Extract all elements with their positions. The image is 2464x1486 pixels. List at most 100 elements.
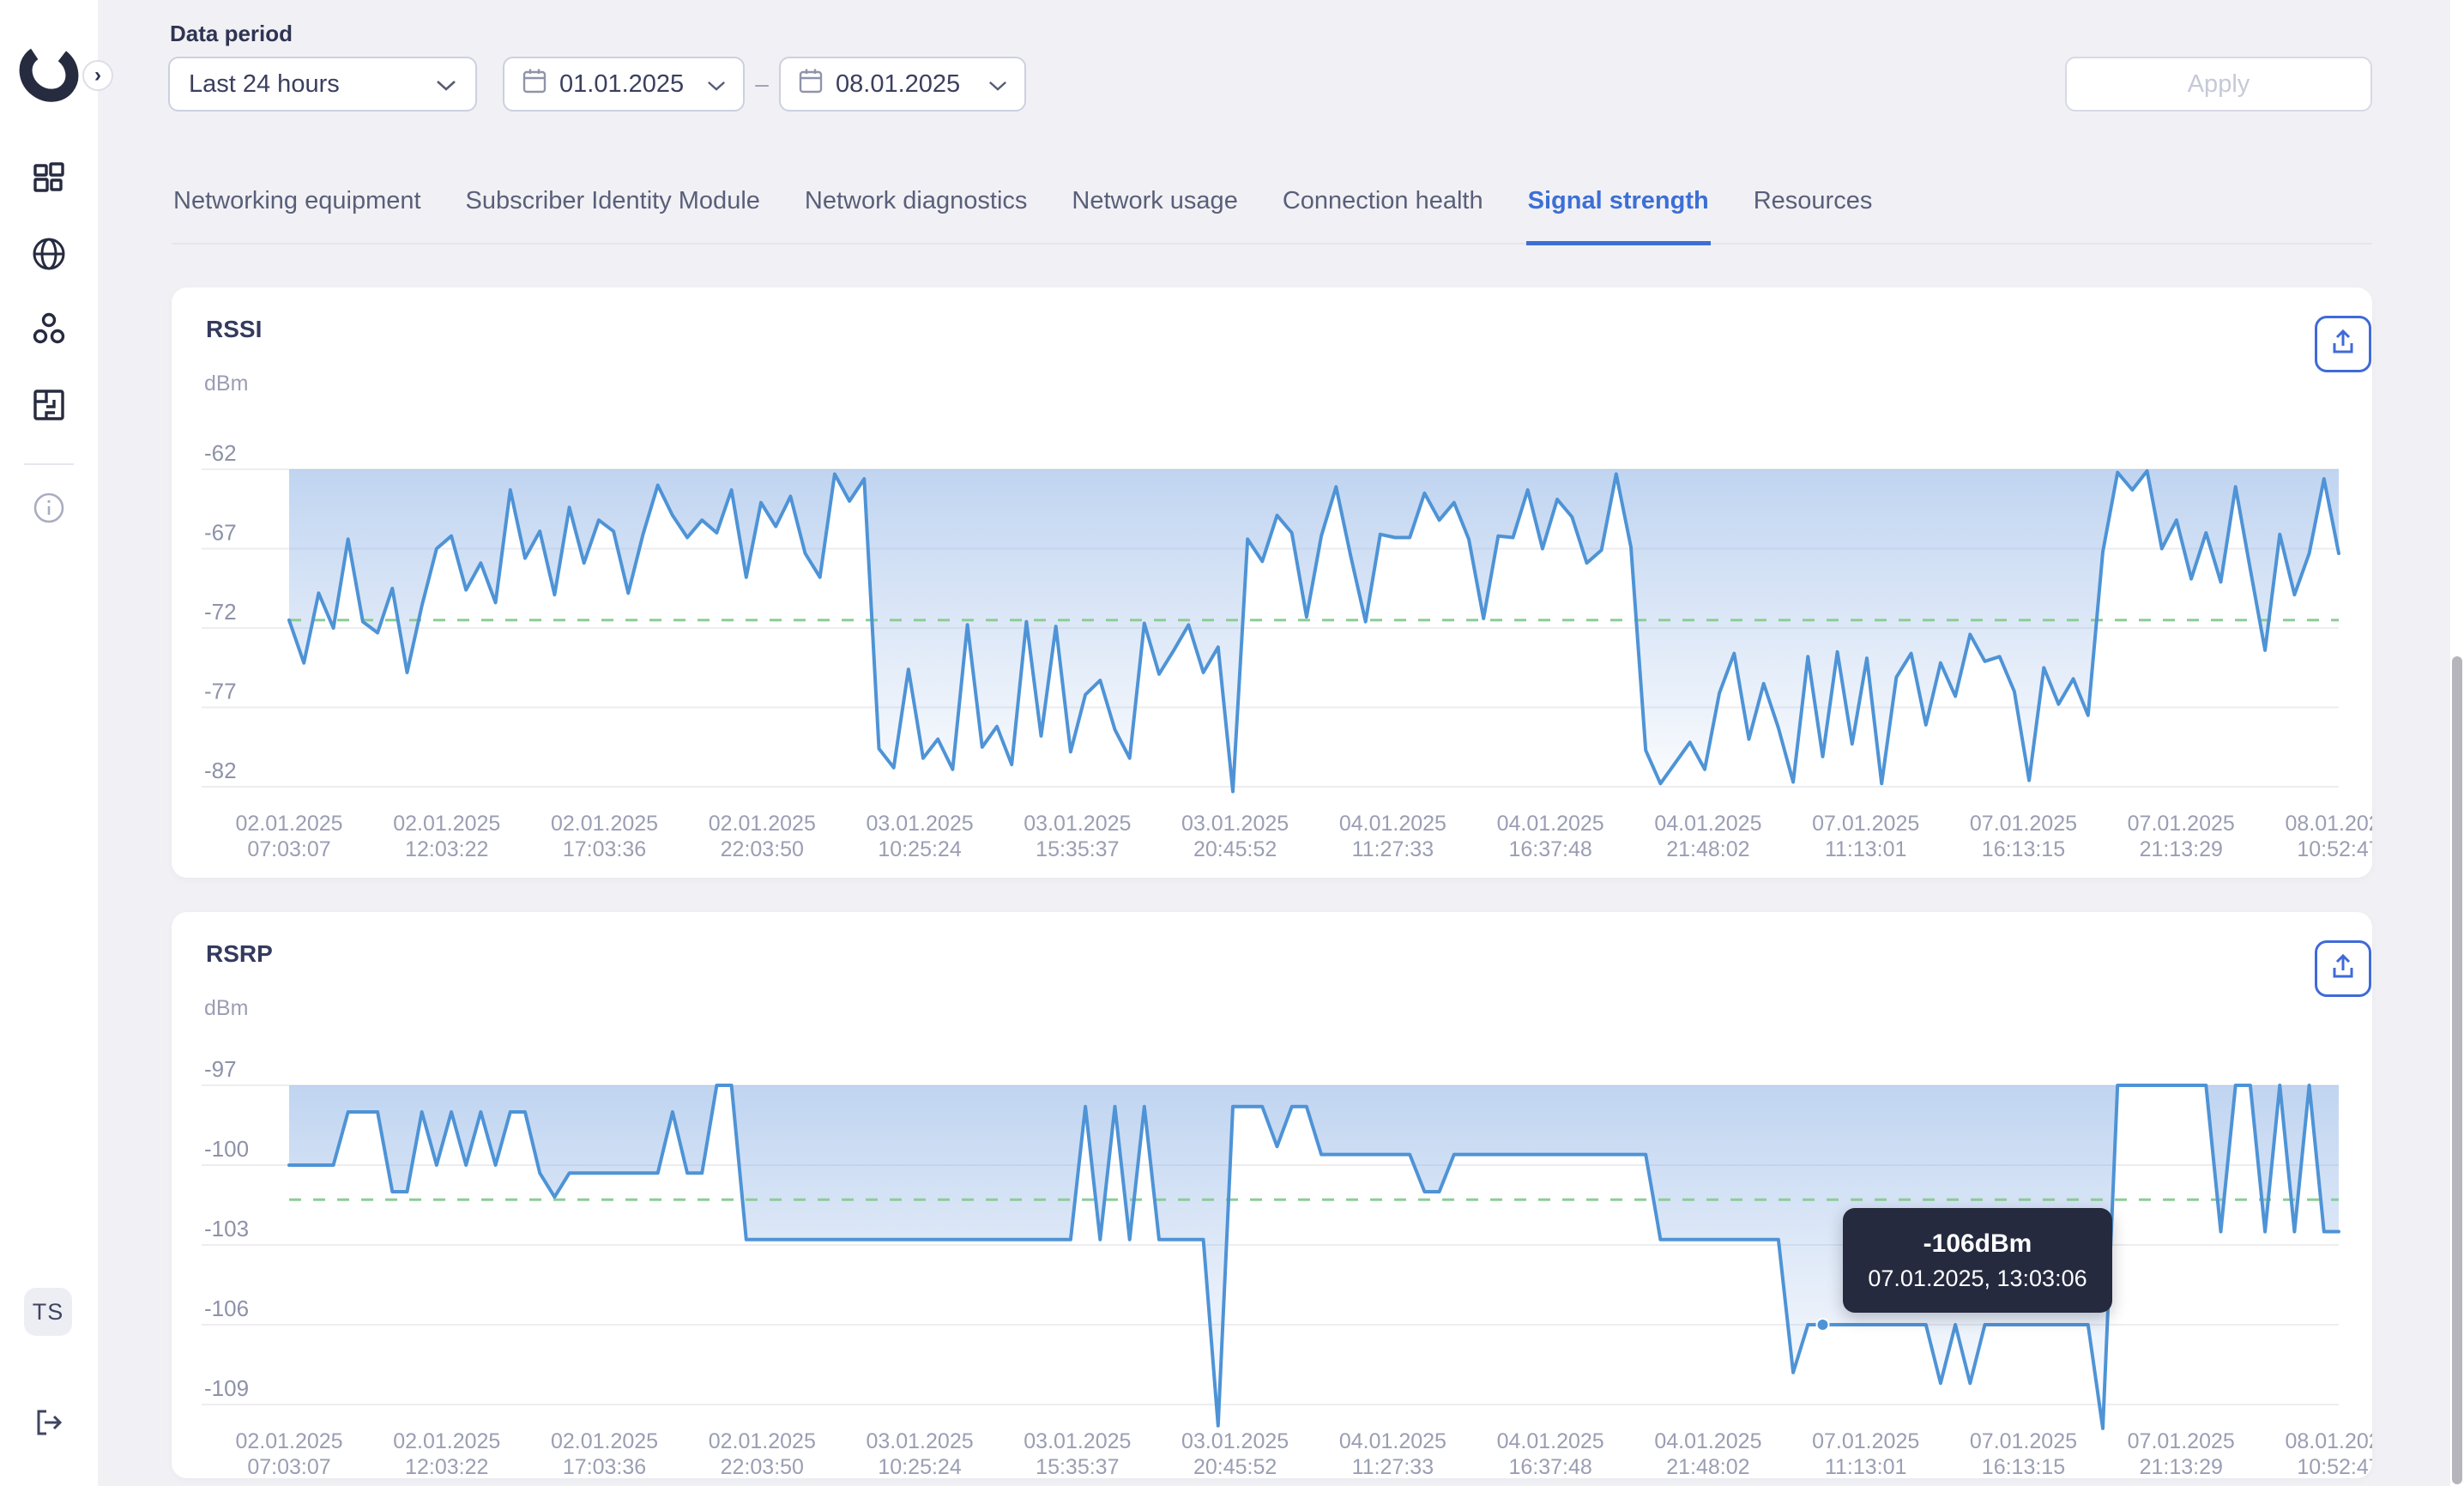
- x-tick-label: 04.01.2025: [1497, 1429, 1604, 1453]
- x-tick-label: 02.01.2025: [709, 812, 816, 836]
- tab-signal-strength[interactable]: Signal strength: [1526, 172, 1711, 245]
- chevron-down-icon: [436, 70, 456, 99]
- tab-network-usage[interactable]: Network usage: [1070, 172, 1239, 243]
- x-tick-label: 04.01.2025: [1497, 812, 1604, 836]
- active-point: [1817, 1319, 1829, 1331]
- date-from-picker[interactable]: 01.01.2025: [503, 57, 745, 112]
- x-tick-label: 11:27:33: [1352, 837, 1434, 861]
- globe-icon: [31, 236, 67, 276]
- scrollbar-track: [2450, 0, 2464, 1486]
- app-logo: [19, 41, 79, 109]
- y-tick-label: -109: [204, 1375, 249, 1401]
- sidebar-divider: [24, 463, 74, 465]
- tab-subscriber-identity-module[interactable]: Subscriber Identity Module: [464, 172, 762, 243]
- rsrp-card: -97-100-103-106-10902.01.202507:03:0702.…: [172, 912, 2372, 1478]
- x-tick-label: 03.01.2025: [867, 812, 974, 836]
- data-period-select-value: Last 24 hours: [189, 70, 340, 99]
- sidebar-item-modules[interactable]: [25, 383, 73, 431]
- rssi-chart-title: RSSI: [206, 316, 262, 343]
- rssi-card: -62-67-72-77-8202.01.202507:03:0702.01.2…: [172, 287, 2372, 878]
- x-tick-label: 10:25:24: [878, 837, 961, 861]
- date-from-value: 01.01.2025: [559, 70, 684, 99]
- apply-button[interactable]: Apply: [2065, 57, 2372, 112]
- x-tick-label: 02.01.2025: [235, 1429, 342, 1453]
- x-tick-label: 03.01.2025: [1024, 812, 1131, 836]
- y-tick-label: -62: [204, 440, 237, 466]
- tabs: Networking equipment Subscriber Identity …: [172, 172, 2372, 245]
- tab-networking-equipment[interactable]: Networking equipment: [172, 172, 423, 243]
- x-tick-label: 07:03:07: [247, 837, 330, 861]
- x-tick-label: 21:48:02: [1666, 837, 1749, 861]
- info-icon: [32, 491, 66, 529]
- x-tick-label: 04.01.2025: [1339, 812, 1446, 836]
- x-tick-label: 21:48:02: [1666, 1455, 1749, 1478]
- tab-network-diagnostics[interactable]: Network diagnostics: [803, 172, 1030, 243]
- x-tick-label: 16:37:48: [1508, 1455, 1591, 1478]
- x-tick-label: 03.01.2025: [1181, 1429, 1289, 1453]
- rssi-y-axis-unit: dBm: [204, 372, 248, 396]
- x-tick-label: 11:13:01: [1825, 837, 1906, 861]
- date-range-separator: –: [745, 57, 779, 112]
- x-tick-label: 16:13:15: [1982, 837, 2065, 861]
- x-tick-label: 17:03:36: [563, 837, 646, 861]
- avatar-initials: TS: [33, 1299, 64, 1326]
- x-tick-label: 22:03:50: [721, 837, 804, 861]
- sidebar-item-groups[interactable]: [25, 307, 73, 355]
- data-period-label: Data period: [170, 21, 293, 47]
- y-tick-label: -100: [204, 1136, 249, 1162]
- x-tick-label: 02.01.2025: [393, 812, 500, 836]
- x-tick-label: 07.01.2025: [1812, 812, 1919, 836]
- x-tick-label: 07.01.2025: [2128, 812, 2235, 836]
- x-tick-label: 12:03:22: [405, 1455, 488, 1478]
- sidebar-item-dashboard[interactable]: [25, 156, 73, 204]
- x-tick-label: 07.01.2025: [1970, 812, 2077, 836]
- scrollbar-thumb[interactable]: [2452, 656, 2462, 1484]
- data-period-select[interactable]: Last 24 hours: [168, 57, 477, 112]
- x-tick-label: 22:03:50: [721, 1455, 804, 1478]
- x-tick-label: 10:52:47: [2297, 1455, 2372, 1478]
- export-icon: [2328, 952, 2358, 986]
- x-tick-label: 20:45:52: [1193, 1455, 1277, 1478]
- tab-resources[interactable]: Resources: [1752, 172, 1875, 243]
- x-tick-label: 04.01.2025: [1339, 1429, 1446, 1453]
- x-tick-label: 21:13:29: [2140, 1455, 2223, 1478]
- sidebar-item-network[interactable]: [25, 232, 73, 280]
- x-tick-label: 16:37:48: [1508, 837, 1591, 861]
- logout-icon: [33, 1406, 66, 1443]
- y-tick-label: -72: [204, 599, 237, 625]
- x-tick-label: 04.01.2025: [1654, 1429, 1761, 1453]
- x-tick-label: 15:35:37: [1036, 837, 1119, 861]
- x-tick-label: 03.01.2025: [1181, 812, 1289, 836]
- sidebar-item-info[interactable]: [25, 486, 73, 534]
- logout-button[interactable]: [33, 1407, 67, 1441]
- x-tick-label: 11:13:01: [1825, 1455, 1906, 1478]
- y-tick-label: -106: [204, 1296, 249, 1321]
- calendar-icon: [798, 67, 824, 101]
- x-tick-label: 08.01.2025: [2285, 1429, 2372, 1453]
- date-to-picker[interactable]: 08.01.2025: [779, 57, 1026, 112]
- chevron-right-icon: ›: [94, 63, 101, 88]
- x-tick-label: 07.01.2025: [2128, 1429, 2235, 1453]
- chevron-down-icon: [988, 70, 1007, 99]
- x-tick-label: 03.01.2025: [1024, 1429, 1131, 1453]
- x-tick-label: 12:03:22: [405, 837, 488, 861]
- rssi-export-button[interactable]: [2315, 316, 2371, 372]
- x-tick-label: 02.01.2025: [551, 1429, 658, 1453]
- tab-connection-health[interactable]: Connection health: [1281, 172, 1485, 243]
- rssi-chart[interactable]: -62-67-72-77-8202.01.202507:03:0702.01.2…: [172, 287, 2372, 882]
- x-tick-label: 10:52:47: [2297, 837, 2372, 861]
- x-tick-label: 03.01.2025: [867, 1429, 974, 1453]
- x-tick-label: 11:27:33: [1352, 1455, 1434, 1478]
- rsrp-export-button[interactable]: [2315, 940, 2371, 997]
- sidebar-nav: [0, 156, 98, 561]
- sidebar-expand-button[interactable]: ›: [82, 60, 113, 91]
- x-tick-label: 17:03:36: [563, 1455, 646, 1478]
- export-icon: [2328, 328, 2358, 361]
- series-area: [289, 469, 2339, 792]
- avatar[interactable]: TS: [24, 1288, 72, 1336]
- x-tick-label: 10:25:24: [878, 1455, 961, 1478]
- rsrp-chart-title: RSRP: [206, 940, 273, 968]
- y-tick-label: -103: [204, 1216, 249, 1241]
- rsrp-chart[interactable]: -97-100-103-106-10902.01.202507:03:0702.…: [172, 912, 2372, 1483]
- y-tick-label: -77: [204, 679, 237, 704]
